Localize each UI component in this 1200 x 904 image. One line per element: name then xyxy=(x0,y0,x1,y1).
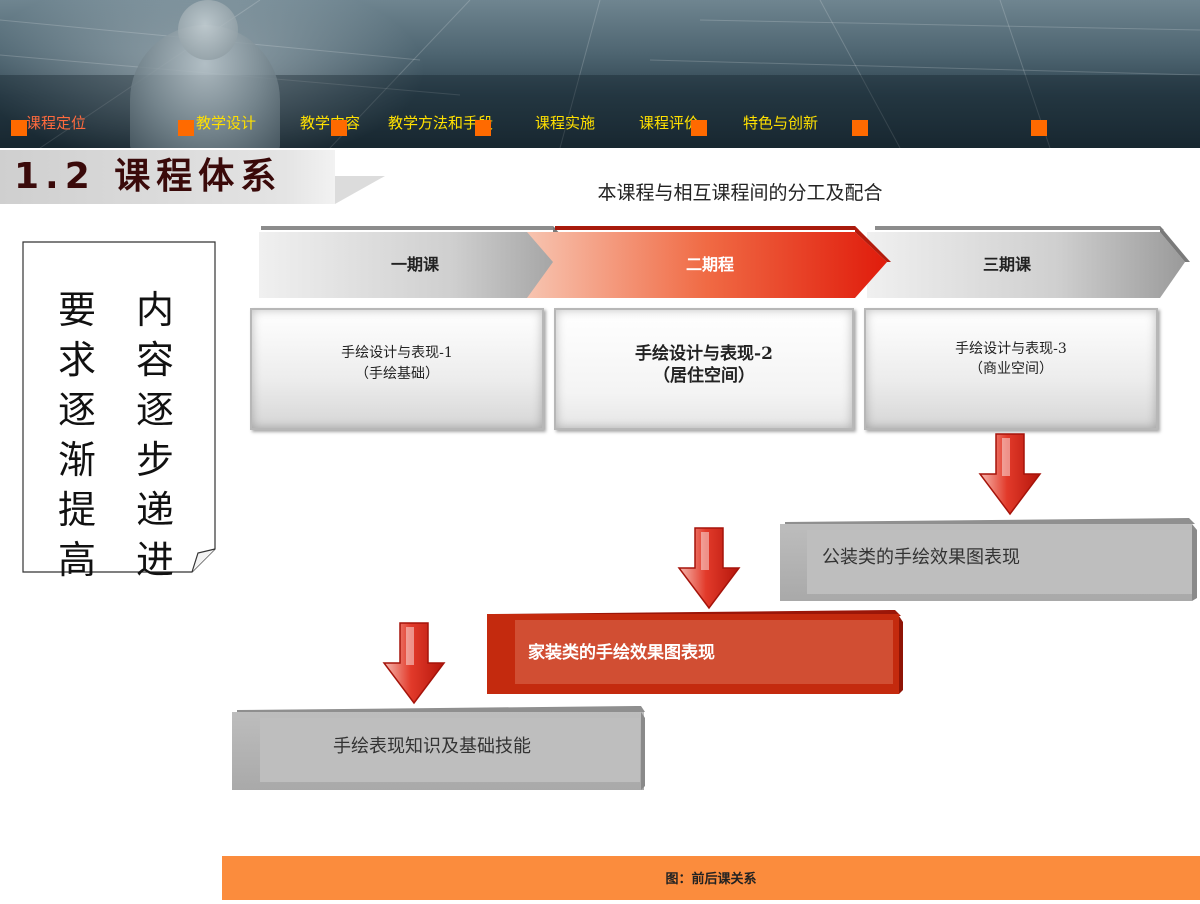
note-text-requirement-increase: 要求逐渐提高 xyxy=(57,288,96,582)
nav-bullet-icon xyxy=(852,120,868,136)
course-box-3: 手绘设计与表现-3 （商业空间） xyxy=(864,308,1158,430)
step-label-commercial: 公装类的手绘效果图表现 xyxy=(822,547,1020,568)
diagram-title: 本课程与相互课程间的分工及配合 xyxy=(597,182,883,204)
down-arrow-icon xyxy=(677,527,741,610)
course-box-2: 手绘设计与表现-2 （居住空间） xyxy=(554,308,854,430)
step-label-residential: 家装类的手绘效果图表现 xyxy=(528,643,715,663)
nav-bullet-icon xyxy=(475,120,491,136)
course-box-1: 手绘设计与表现-1 （手绘基础） xyxy=(250,308,544,430)
nav-bullet-icon xyxy=(11,120,27,136)
course-1-topic: （手绘基础） xyxy=(355,366,439,382)
nav-item-positioning[interactable]: 课程定位 xyxy=(26,113,86,135)
stage-label-1: 一期课 xyxy=(390,255,439,274)
down-arrow-icon xyxy=(382,622,446,705)
down-arrow-icon xyxy=(978,433,1042,516)
nav-item-course-evaluation[interactable]: 课程评价 xyxy=(639,113,699,135)
nav-bullet-icon xyxy=(331,120,347,136)
stage-label-3: 三期课 xyxy=(982,255,1031,274)
note-card xyxy=(22,241,216,573)
page-title: 1.2 课程体系 xyxy=(14,156,283,197)
nav-bullet-icon xyxy=(1031,120,1047,136)
nav-bullet-icon xyxy=(691,120,707,136)
nav-item-teaching-content[interactable]: 教学内容 xyxy=(300,113,360,135)
nav-bullet-icon xyxy=(178,120,194,136)
nav-item-features-innovation[interactable]: 特色与创新 xyxy=(743,113,818,135)
stage-label-2: 二期程 xyxy=(685,255,734,274)
nav-item-course-implementation[interactable]: 课程实施 xyxy=(535,113,595,135)
course-3-name: 手绘设计与表现-3 xyxy=(955,341,1067,357)
banner-person-head xyxy=(178,0,238,60)
course-2-topic: （居住空间） xyxy=(653,366,755,386)
course-1-name: 手绘设计与表现-1 xyxy=(341,345,453,361)
figure-caption: 图：前后课关系 xyxy=(665,872,757,887)
course-2-name: 手绘设计与表现-2 xyxy=(635,344,773,364)
step-label-basics: 手绘表现知识及基础技能 xyxy=(333,736,531,757)
nav-item-teaching-design[interactable]: 教学设计 xyxy=(196,113,256,135)
course-3-topic: （商业空间） xyxy=(969,361,1053,377)
note-text-content-progression: 内容逐步递进 xyxy=(135,288,174,582)
